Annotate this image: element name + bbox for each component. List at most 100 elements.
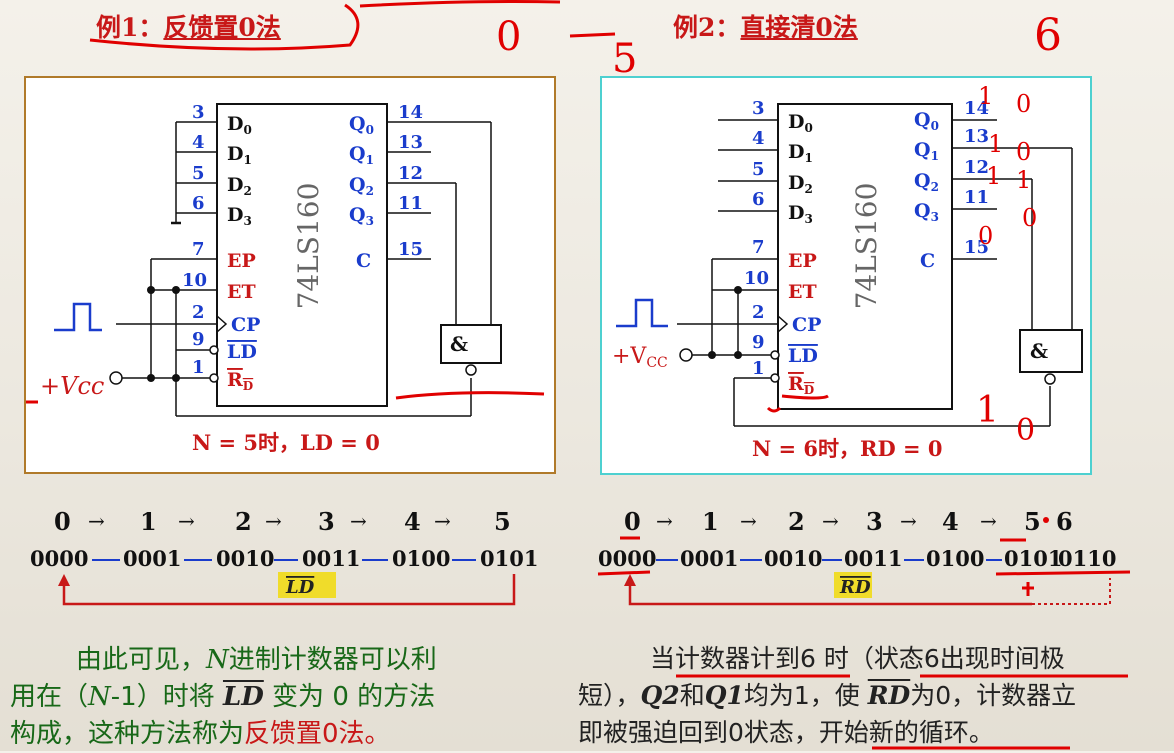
svg-text:1: 1: [1016, 166, 1031, 194]
and-gate2-label: &: [1030, 339, 1048, 363]
sequence2-return-arrow: [628, 582, 1032, 606]
svg-text:3: 3: [866, 507, 883, 536]
svg-text:0000: 0000: [30, 546, 88, 571]
circuit1-condition: N = 5时，LD = 0: [192, 430, 380, 455]
svg-text:7: 7: [752, 237, 765, 258]
svg-text:ET: ET: [788, 281, 817, 303]
svg-text:10: 10: [744, 268, 769, 289]
svg-text:15: 15: [398, 239, 423, 260]
svg-text:0011: 0011: [844, 546, 902, 571]
svg-text:LD: LD: [227, 341, 257, 363]
svg-text:CP: CP: [792, 314, 821, 336]
svg-text:LD: LD: [788, 345, 818, 367]
svg-text:→: →: [178, 509, 195, 533]
svg-text:4: 4: [942, 507, 959, 536]
svg-text:4: 4: [752, 128, 765, 149]
svg-text:→: →: [434, 509, 451, 533]
svg-text:5: 5: [1024, 507, 1041, 536]
handwritten-six: 6: [1034, 10, 1062, 61]
paragraph-left: 由此可见，N进制计数器可以利 用在（N-1）时将 LD 变为 0 的方法 构成，…: [10, 642, 437, 753]
svg-text:C: C: [356, 250, 371, 272]
paragraph-annotations: [676, 674, 1128, 750]
vcc2-label: +VCC: [612, 344, 668, 371]
chip1-name: 74LS160: [292, 183, 325, 310]
svg-text:0010: 0010: [216, 546, 274, 571]
svg-text:1: 1: [702, 507, 719, 536]
sequence1-diagram: 0 1 2 3 4 5 → → → → → 0000 0001 0010 0011 0…: [30, 507, 538, 606]
svg-text:0100: 0100: [392, 546, 450, 571]
svg-text:0000: 0000: [598, 546, 656, 571]
svg-text:11: 11: [964, 187, 989, 208]
svg-text:4: 4: [192, 132, 205, 153]
svg-text:→: →: [980, 509, 997, 533]
svg-text:12: 12: [398, 163, 423, 184]
svg-text:10: 10: [182, 270, 207, 291]
paragraph-left-line1: 由此可见，N进制计数器可以利: [76, 645, 437, 675]
clock-pulse-icon-2: [616, 298, 668, 328]
svg-text:9: 9: [192, 329, 205, 350]
ld-tag-label: LD: [285, 577, 315, 598]
svg-text:1: 1: [140, 507, 157, 536]
svg-text:EP: EP: [227, 250, 256, 272]
svg-text:3: 3: [318, 507, 335, 536]
svg-text:3: 3: [192, 102, 205, 123]
svg-text:→: →: [740, 509, 757, 533]
svg-text:14: 14: [398, 102, 423, 123]
svg-text:→: →: [88, 509, 105, 533]
svg-text:→: →: [350, 509, 367, 533]
vcc1-label: +Vcc: [40, 372, 104, 400]
svg-text:2: 2: [192, 302, 205, 323]
svg-text:7: 7: [192, 239, 205, 260]
svg-text:13: 13: [398, 132, 423, 153]
svg-text:1: 1: [988, 130, 1003, 158]
svg-text:CP: CP: [231, 314, 260, 336]
svg-text:0101: 0101: [1004, 546, 1062, 571]
svg-text:0: 0: [624, 507, 641, 536]
chip2-name: 74LS160: [850, 183, 883, 310]
svg-text:1: 1: [978, 82, 993, 110]
svg-text:3: 3: [752, 98, 765, 119]
svg-text:6: 6: [1056, 507, 1073, 536]
circuit2-panel: 74LS160 3 4 5 6 7 10 2 9 1 14 13 12 11 1…: [600, 76, 1092, 475]
svg-text:→: →: [265, 509, 282, 533]
svg-text:0100: 0100: [926, 546, 984, 571]
svg-text:EP: EP: [788, 250, 817, 272]
svg-text:0001: 0001: [123, 546, 181, 571]
circuit1-panel: 74LS160 3 4 5 6 7 10 2 9 1 14 13 12 11 1…: [16, 76, 556, 474]
handwritten-zero: 0: [496, 14, 521, 60]
sequence2-binaries: 0000 0001 0010 0011 0100 0101 0110: [598, 546, 1116, 571]
svg-text:0101: 0101: [480, 546, 538, 571]
svg-text:5: 5: [494, 507, 511, 536]
circuit2-diagram: 74LS160 3 4 5 6 7 10 2 9 1 14 13 12 11 1…: [612, 82, 1083, 461]
handwritten-dash: [569, 32, 616, 38]
and-gate1-label: &: [450, 332, 468, 356]
svg-text:5: 5: [192, 163, 205, 184]
clock-pulse-icon: [54, 302, 102, 332]
svg-text:0: 0: [1016, 90, 1031, 118]
rd-tag-label: RD: [839, 577, 871, 598]
circuit2-condition: N = 6时，RD = 0: [752, 436, 943, 461]
svg-text:0: 0: [978, 222, 993, 250]
svg-text:C: C: [920, 250, 935, 272]
annotation-underline: [395, 391, 545, 400]
sequence2-decimals: 0 1 2 3 4 5 6: [624, 507, 1073, 536]
top-annotations: 0 5 6: [89, 0, 1062, 80]
svg-text:13: 13: [964, 126, 989, 147]
svg-text:5: 5: [752, 159, 765, 180]
paragraph-left-line2: 用在（N-1）时将 LD 变为 0 的方法: [10, 682, 436, 712]
svg-text:→: →: [656, 509, 673, 533]
svg-text:0: 0: [1022, 204, 1037, 232]
svg-text:0: 0: [1016, 413, 1035, 448]
svg-text:→: →: [900, 509, 917, 533]
svg-text:6: 6: [192, 193, 205, 214]
svg-text:1: 1: [986, 162, 1001, 190]
svg-text:0: 0: [54, 507, 71, 536]
svg-text:6: 6: [752, 189, 765, 210]
svg-text:0110: 0110: [1058, 546, 1116, 571]
svg-text:0001: 0001: [680, 546, 738, 571]
svg-text:1: 1: [752, 358, 765, 379]
svg-text:2: 2: [235, 507, 252, 536]
circuit1-diagram: 74LS160 3 4 5 6 7 10 2 9 1 14 13 12 11 1…: [16, 102, 545, 455]
svg-text:11: 11: [398, 193, 423, 214]
circle-annotation: [89, 3, 360, 51]
